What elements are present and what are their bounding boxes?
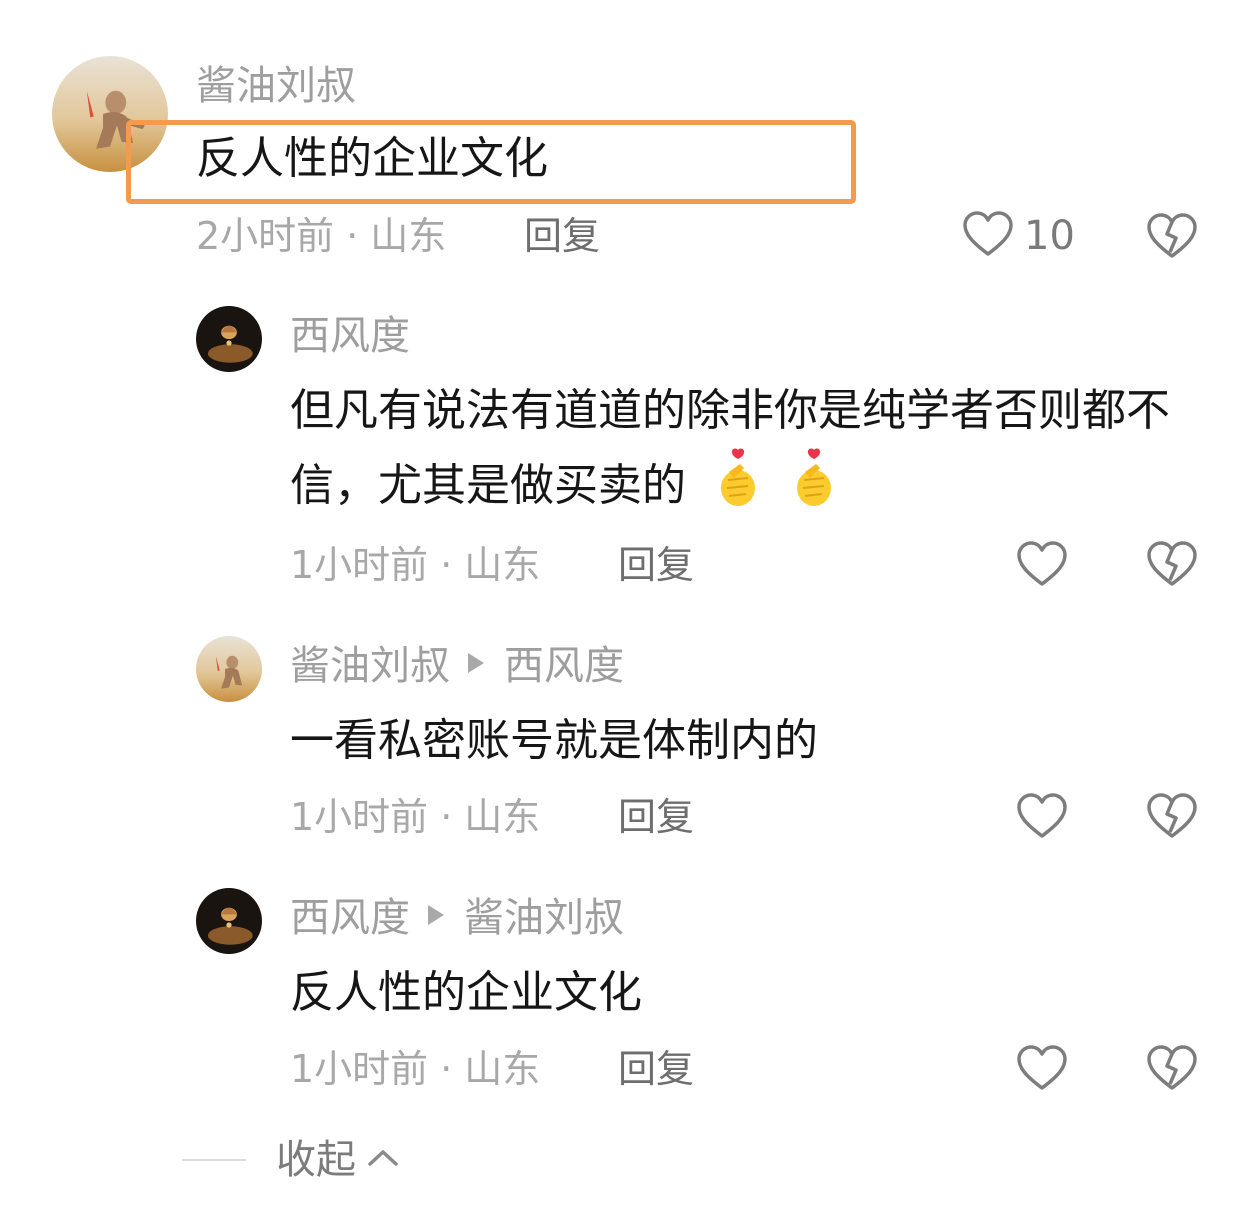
- meta-separator: ·: [440, 1047, 453, 1091]
- comment-location: 山东: [370, 214, 447, 258]
- comment-text: 一看私密账号就是体制内的: [290, 715, 818, 766]
- comment-meta: 1小时前 · 山东: [290, 1050, 540, 1088]
- reply-arrow-icon: [428, 905, 444, 925]
- heart-outline-icon: [1016, 540, 1068, 592]
- heart-outline-icon: [1016, 792, 1068, 844]
- reply-author[interactable]: 酱油刘叔: [290, 643, 450, 689]
- comment-text: 但凡有说法有道道的除非你是纯学者否则都不信，尤其是做买卖的: [290, 374, 1210, 523]
- like-button[interactable]: [1016, 540, 1068, 592]
- comment-location: 山东: [464, 1047, 541, 1091]
- reply-button[interactable]: 回复: [618, 546, 694, 584]
- collapse-label[interactable]: 收起: [276, 1140, 356, 1180]
- avatar[interactable]: [196, 888, 262, 954]
- broken-heart-icon: [1146, 540, 1198, 588]
- like-count: 10: [1024, 213, 1075, 259]
- comment-username[interactable]: 酱油刘叔: [196, 66, 356, 106]
- reply-author[interactable]: 西风度: [290, 895, 410, 941]
- meta-separator: ·: [440, 795, 453, 839]
- dislike-button[interactable]: [1146, 212, 1198, 260]
- reply-button[interactable]: 回复: [618, 1050, 694, 1088]
- heart-outline-icon: [1016, 1044, 1068, 1096]
- heart-outline-icon: [962, 210, 1014, 262]
- comment-time: 1小时前: [290, 795, 429, 839]
- comment-username: 西风度 酱油刘叔: [290, 898, 624, 938]
- reply-target[interactable]: 西风度: [504, 643, 624, 689]
- dislike-button[interactable]: [1146, 792, 1198, 840]
- dislike-button[interactable]: [1146, 1044, 1198, 1092]
- finger-heart-emoji: [714, 448, 762, 508]
- collapse-replies[interactable]: 收起: [182, 1140, 400, 1180]
- comment-time: 1小时前: [290, 543, 429, 587]
- comment-meta: 2小时前 · 山东: [196, 217, 446, 255]
- comment-username[interactable]: 西风度: [290, 316, 410, 356]
- reply-target[interactable]: 酱油刘叔: [464, 895, 624, 941]
- chevron-up-icon[interactable]: [356, 1146, 400, 1174]
- broken-heart-icon: [1146, 1044, 1198, 1092]
- avatar[interactable]: [196, 306, 262, 372]
- like-button[interactable]: 10: [962, 210, 1075, 262]
- reply-arrow-icon: [468, 653, 484, 673]
- meta-separator: ·: [346, 214, 359, 258]
- meta-separator: ·: [440, 543, 453, 587]
- finger-heart-emoji: [790, 448, 838, 508]
- dislike-button[interactable]: [1146, 540, 1198, 588]
- reply-button[interactable]: 回复: [524, 217, 600, 255]
- comment-time: 1小时前: [290, 1047, 429, 1091]
- comment-time: 2小时前: [196, 214, 335, 258]
- broken-heart-icon: [1146, 792, 1198, 840]
- reply-button[interactable]: 回复: [618, 798, 694, 836]
- like-button[interactable]: [1016, 792, 1068, 844]
- broken-heart-icon: [1146, 212, 1198, 260]
- comment-text: 反人性的企业文化: [290, 967, 642, 1018]
- like-button[interactable]: [1016, 1044, 1068, 1096]
- avatar[interactable]: [196, 636, 262, 702]
- comment-location: 山东: [464, 543, 541, 587]
- comment-username: 酱油刘叔 西风度: [290, 646, 624, 686]
- comment-location: 山东: [464, 795, 541, 839]
- highlight-box: [126, 120, 856, 204]
- comment-meta: 1小时前 · 山东: [290, 798, 540, 836]
- comment-meta: 1小时前 · 山东: [290, 546, 540, 584]
- divider-line: [182, 1159, 246, 1161]
